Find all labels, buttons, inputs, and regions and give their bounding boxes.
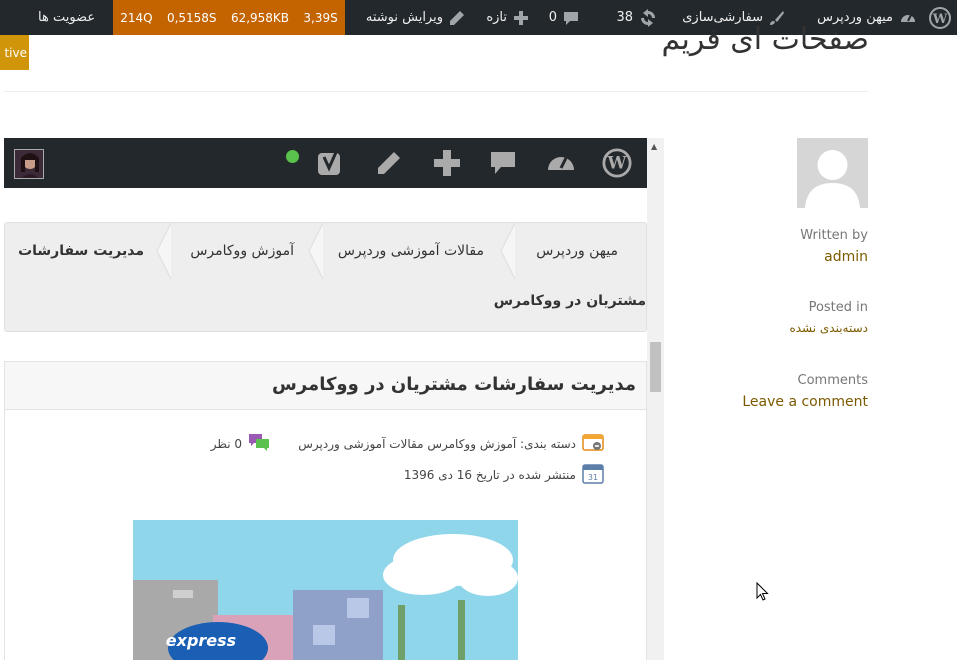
embedded-user-avatar[interactable] [14, 149, 44, 179]
new-content-menu[interactable]: تازه [486, 0, 529, 35]
calendar-day: 31 [588, 473, 598, 482]
wordpress-logo-icon: W [929, 6, 951, 29]
embedded-wordpress-icon[interactable]: W [602, 148, 632, 178]
breadcrumb: میهن وردپرس مقالات آموزشی وردپرس آموزش و… [4, 222, 647, 332]
query-monitor-stats[interactable]: 214Q 0,5158S 62,958KB 3,39S [113, 0, 345, 35]
author-avatar [797, 138, 868, 208]
calendar-icon: 31 [582, 462, 604, 487]
embedded-dashboard-icon[interactable] [546, 148, 576, 178]
qm-query-time: 0,5158S [166, 10, 217, 25]
qm-queries: 214Q [120, 10, 153, 25]
comments-bubble-icon [248, 432, 270, 455]
new-label: تازه [486, 10, 507, 25]
mouse-cursor-icon [756, 582, 769, 601]
page-title: صفحات ای فریم [661, 22, 870, 57]
posted-in-label: Posted in [808, 300, 868, 315]
svg-text:W: W [932, 12, 948, 27]
membership-label: عضویت ها [38, 10, 96, 25]
breadcrumb-item-home[interactable]: میهن وردپرس [536, 223, 618, 279]
post-featured-image: express [133, 520, 518, 660]
post-category-line: دسته بندی: آموزش ووکامرس مقالات آموزشی و… [298, 432, 604, 455]
written-by-label: Written by [800, 228, 868, 243]
comments-block: Comments Leave a comment [742, 373, 868, 410]
post-header: مدیریت سفارشات مشتریان در ووکامرس [5, 362, 646, 410]
embedded-comment-icon[interactable] [488, 148, 518, 178]
status-dot [286, 150, 299, 163]
embedded-plus-icon[interactable] [432, 148, 462, 178]
comment-icon [563, 10, 579, 26]
embedded-scrollbar[interactable]: ▲ [647, 138, 664, 660]
comments-menu[interactable]: 0 [549, 0, 579, 35]
scroll-up-arrow-icon[interactable]: ▲ [651, 142, 657, 151]
hero-brand-text: express [166, 631, 236, 650]
comments-count: 0 [548, 10, 557, 25]
title-divider [4, 91, 868, 92]
svg-text:W: W [607, 153, 628, 173]
comments-label: Comments [797, 373, 868, 388]
page-root: W میهن وردپرس سفارشی‌سازی 38 0 [0, 0, 957, 660]
embedded-page: W میهن وردپرس مقالات آموزشی وردپرس آموزش… [4, 138, 647, 660]
breadcrumb-item-articles[interactable]: مقالات آموزشی وردپرس [338, 223, 484, 279]
posted-in-block: Posted in دسته‌بندی نشده [789, 300, 868, 335]
breadcrumb-current-tail: مشتریان در ووکامرس [493, 293, 646, 309]
embedded-pencil-icon[interactable] [374, 148, 404, 178]
breadcrumb-chevron-icon [156, 223, 172, 279]
category-link[interactable]: دسته‌بندی نشده [789, 321, 868, 335]
folder-icon [582, 432, 604, 455]
edit-post-label: ویرایش نوشته [365, 10, 443, 25]
qm-load-time: 3,39S [303, 10, 338, 25]
scrollbar-thumb[interactable] [650, 342, 661, 392]
breadcrumb-chevron-icon [500, 223, 516, 279]
wp-logo-menu[interactable]: W [929, 0, 951, 35]
post-comments-text[interactable]: 0 نظر [211, 437, 242, 451]
embedded-admin-bar: W [4, 138, 647, 188]
updates-menu[interactable]: 38 [616, 0, 657, 35]
breadcrumb-item-woocommerce[interactable]: آموزش ووکامرس [190, 223, 294, 279]
dashboard-icon [899, 9, 917, 27]
post-date-text: منتشر شده در تاریخ 16 دی 1396 [403, 467, 576, 482]
updates-count: 38 [616, 10, 633, 25]
updates-icon [639, 8, 657, 27]
author-link[interactable]: admin [800, 249, 868, 265]
embedded-yoast-icon[interactable] [316, 148, 346, 178]
plus-icon [513, 10, 529, 26]
breadcrumb-item-current: مدیریت سفارشات [18, 243, 144, 259]
membership-menu[interactable]: عضویت ها [38, 0, 95, 35]
written-by-block: Written by admin [800, 228, 868, 265]
post-category-text: دسته بندی: آموزش ووکامرس مقالات آموزشی و… [298, 436, 576, 451]
pencil-icon [449, 10, 465, 26]
leave-comment-link[interactable]: Leave a comment [742, 394, 868, 410]
post-comments-line: 0 نظر [211, 432, 270, 455]
post-date-line: 31 منتشر شده در تاریخ 16 دی 1396 [404, 462, 604, 487]
edit-post-menu[interactable]: ویرایش نوشته [366, 0, 465, 35]
active-badge: tive [0, 35, 29, 70]
breadcrumb-chevron-icon [308, 223, 324, 279]
embedded-frame[interactable]: W میهن وردپرس مقالات آموزشی وردپرس آموزش… [4, 138, 664, 660]
post-title[interactable]: مدیریت سفارشات مشتریان در ووکامرس [272, 374, 636, 395]
qm-memory: 62,958KB [230, 10, 290, 25]
